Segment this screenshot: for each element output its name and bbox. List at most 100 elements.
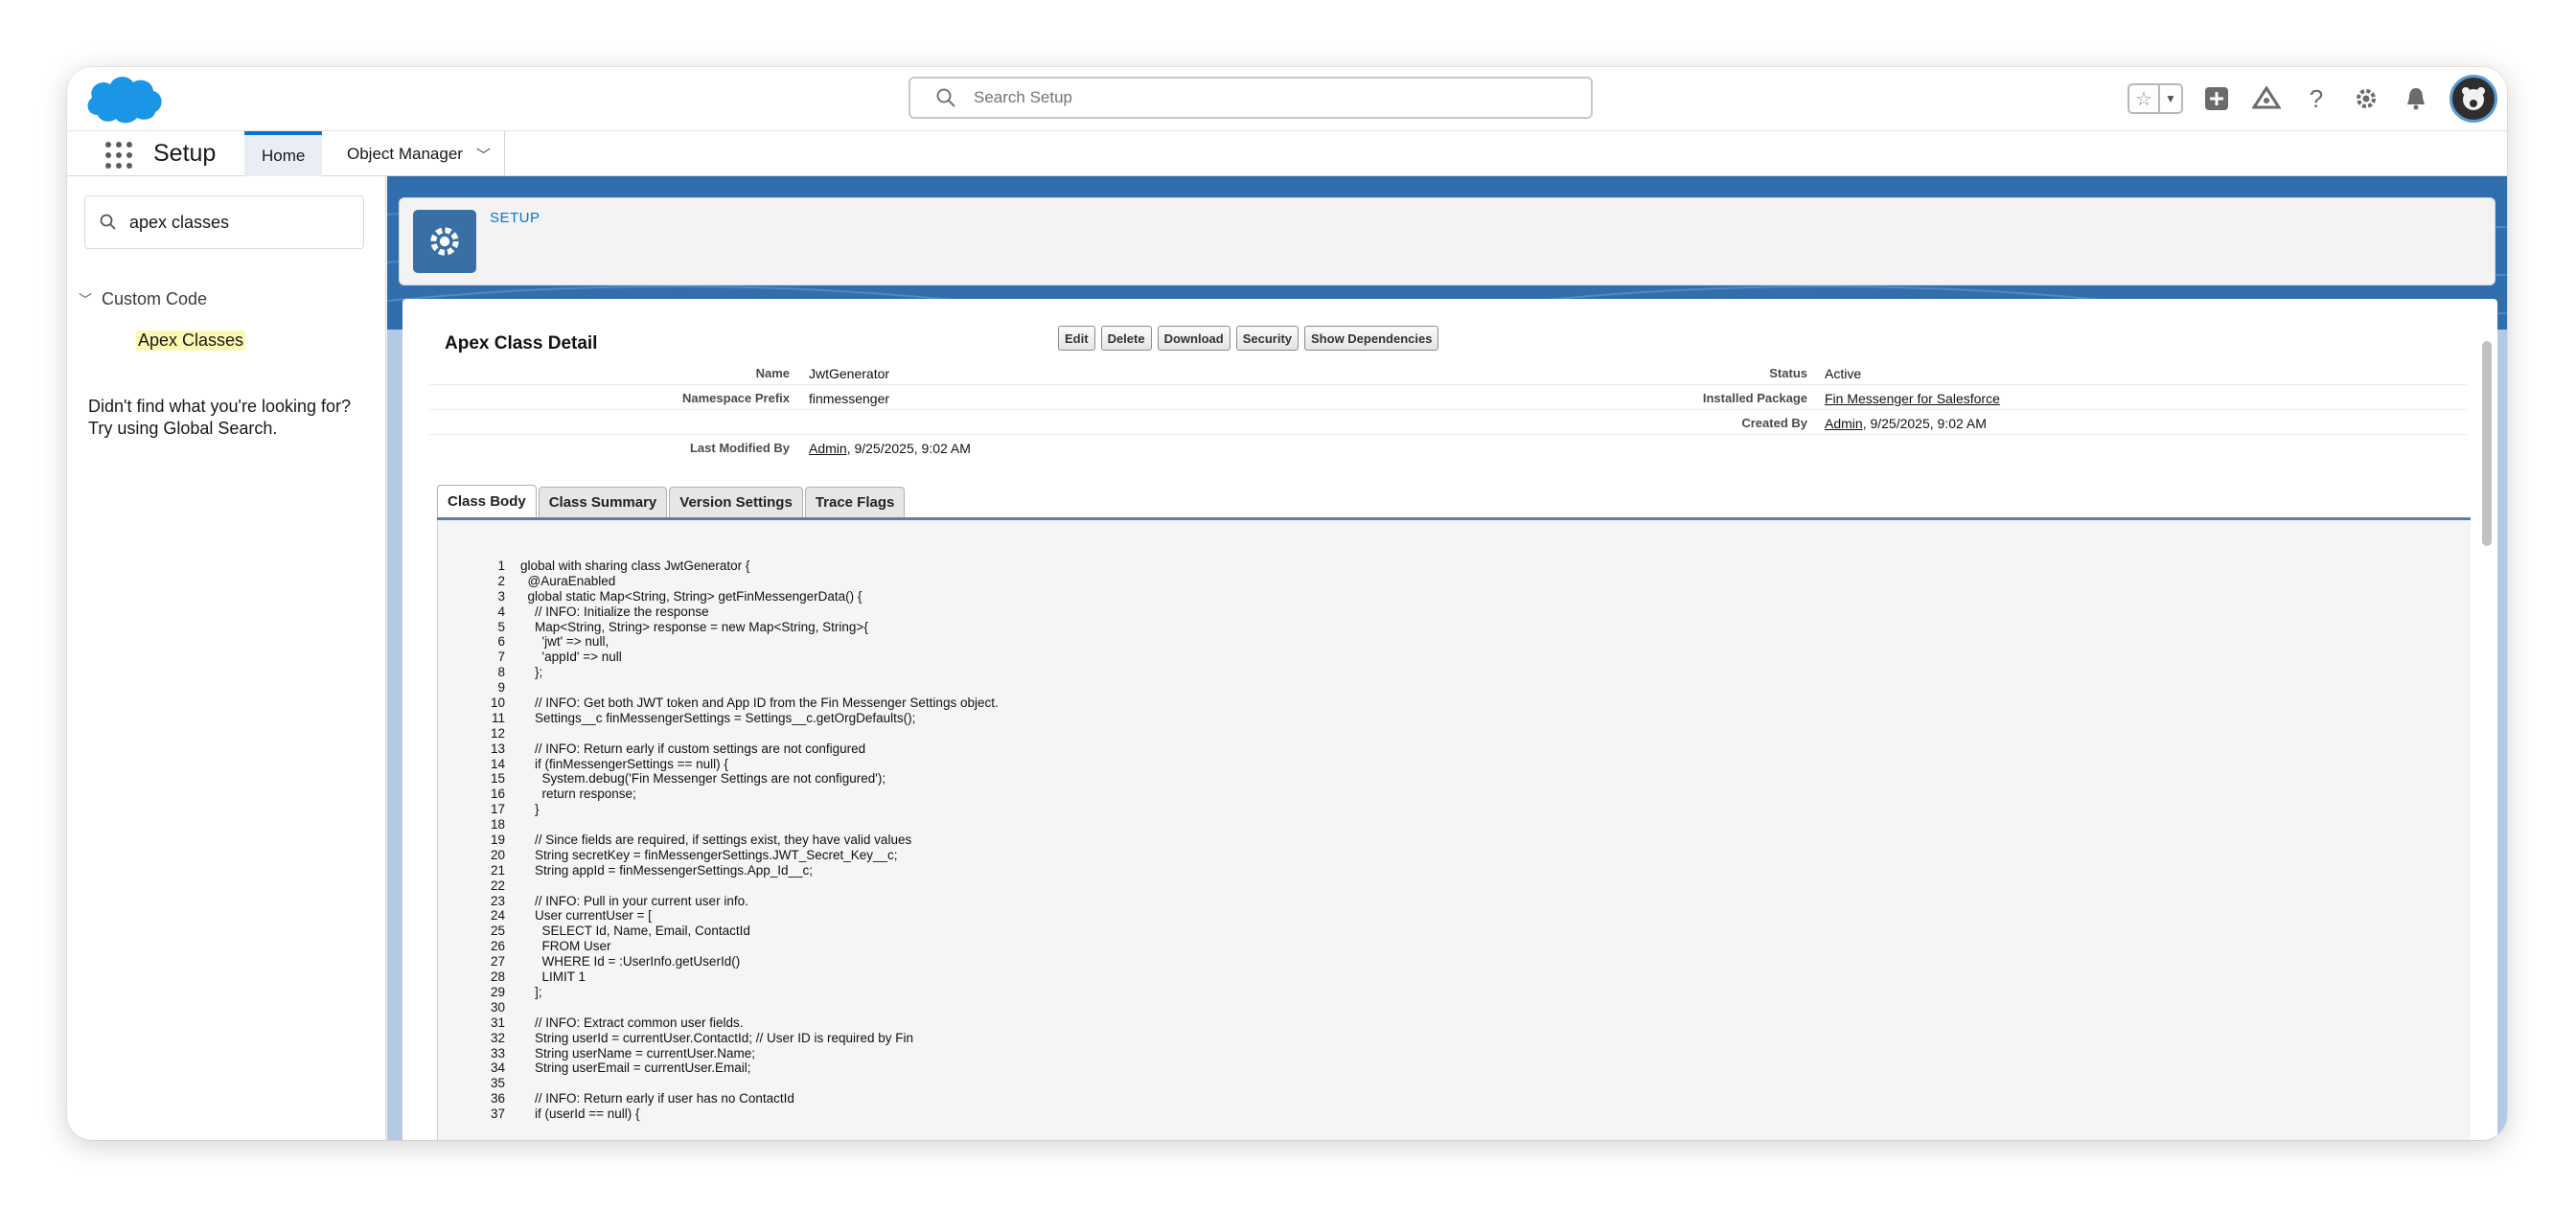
code-line: 18 — [476, 817, 999, 833]
installed-package-link[interactable]: Fin Messenger for Salesforce — [1825, 391, 2000, 406]
page-block-buttons: Edit Delete Download Security Show Depen… — [1058, 326, 1439, 351]
main-content: SETUP Apex Class Detail Edit Delete Down… — [387, 176, 2507, 1140]
name-label: Name — [755, 366, 790, 380]
tab-object-manager[interactable]: Object Manager ﹀ — [339, 131, 505, 177]
global-actions-plus-icon[interactable] — [2200, 82, 2233, 115]
setup-gear-icon — [413, 210, 476, 273]
search-icon — [100, 214, 116, 230]
code-line: 27 WHERE Id = :UserInfo.getUserId() — [476, 954, 999, 969]
code-line: 33 String userName = currentUser.Name; — [476, 1046, 999, 1061]
browser-window: Search Setup ☆ ▼ ? Setup Home Object Man… — [67, 67, 2507, 1140]
line-source: // INFO: Pull in your current user info. — [520, 893, 748, 908]
line-source: // INFO: Extract common user fields. — [520, 1015, 744, 1030]
line-number: 14 — [490, 756, 505, 771]
line-number: 5 — [497, 619, 505, 634]
line-source: String secretKey = finMessengerSettings.… — [520, 847, 898, 862]
tab-class-body[interactable]: Class Body — [437, 485, 537, 517]
created-by-date: , 9/25/2025, 9:02 AM — [1862, 416, 1987, 431]
line-number: 32 — [490, 1030, 505, 1045]
favorites-dropdown-icon[interactable]: ▼ — [2158, 85, 2181, 112]
edit-button[interactable]: Edit — [1058, 326, 1095, 351]
code-line: 2 @AuraEnabled — [476, 574, 999, 589]
page-header: SETUP — [399, 197, 2496, 285]
search-placeholder: Search Setup — [974, 88, 1073, 106]
line-number: 37 — [490, 1106, 505, 1122]
line-number: 36 — [490, 1091, 505, 1106]
scrollbar-thumb[interactable] — [2482, 341, 2492, 546]
tree-section-custom-code[interactable]: ﹀ Custom Code — [79, 289, 207, 309]
code-line: 35 — [476, 1076, 999, 1091]
line-number: 31 — [490, 1015, 505, 1030]
detail-row-2: Namespace Prefix finmessenger Installed … — [429, 385, 2467, 410]
code-line: 36 // INFO: Return early if user has no … — [476, 1091, 999, 1106]
line-number: 35 — [490, 1076, 505, 1091]
page-header-label: SETUP — [490, 210, 540, 226]
tab-class-summary[interactable]: Class Summary — [538, 487, 668, 517]
line-source: FROM User — [520, 939, 611, 954]
line-number: 13 — [490, 741, 505, 756]
setup-gear-icon[interactable] — [2350, 82, 2382, 115]
detail-row-3: Created By Admin, 9/25/2025, 9:02 AM — [429, 410, 2467, 435]
last-modified-label: Last Modified By — [689, 441, 790, 455]
line-number: 15 — [490, 771, 505, 787]
code-line: 31 // INFO: Extract common user fields. — [476, 1015, 999, 1031]
delete-button[interactable]: Delete — [1100, 326, 1152, 351]
line-source: if (userId == null) { — [520, 1106, 640, 1122]
line-number: 9 — [497, 680, 505, 696]
trailhead-icon[interactable] — [2250, 82, 2283, 115]
line-number: 26 — [490, 939, 505, 954]
status-value: Active — [1825, 366, 1862, 381]
help-icon[interactable]: ? — [2300, 82, 2333, 115]
line-source: WHERE Id = :UserInfo.getUserId() — [520, 954, 741, 969]
code-line: 30 — [476, 1000, 999, 1015]
code-line: 12 — [476, 726, 999, 741]
namespace-label: Namespace Prefix — [681, 391, 790, 405]
global-search-input[interactable]: Search Setup — [908, 77, 1593, 119]
code-line: 20 String secretKey = finMessengerSettin… — [476, 848, 999, 863]
chevron-down-icon: ﹀ — [79, 291, 92, 308]
code-line: 25 SELECT Id, Name, Email, ContactId — [476, 924, 999, 939]
created-by-user-link[interactable]: Admin — [1825, 416, 1863, 431]
download-button[interactable]: Download — [1157, 326, 1230, 351]
quick-find-input[interactable]: apex classes — [84, 195, 364, 249]
salesforce-logo[interactable] — [84, 71, 165, 128]
code-line: 16 return response; — [476, 787, 999, 802]
user-avatar[interactable] — [2450, 75, 2497, 123]
tab-home[interactable]: Home — [244, 131, 323, 177]
tab-trace-flags[interactable]: Trace Flags — [804, 487, 906, 517]
hint-line-1: Didn't find what you're looking for? — [88, 397, 352, 416]
line-source: User currentUser = [ — [520, 908, 652, 924]
last-modified-user-link[interactable]: Admin — [809, 441, 847, 456]
line-source: System.debug('Fin Messenger Settings are… — [520, 771, 886, 787]
line-number: 2 — [497, 573, 505, 588]
code-line: 8 }; — [476, 665, 999, 680]
code-line: 26 FROM User — [476, 939, 999, 954]
name-value: JwtGenerator — [809, 366, 890, 381]
last-modified-value: Admin, 9/25/2025, 9:02 AM — [809, 441, 971, 456]
code-line: 28 LIMIT 1 — [476, 969, 999, 985]
line-source: String userId = currentUser.ContactId; /… — [520, 1030, 914, 1045]
created-by-label: Created By — [1741, 416, 1807, 430]
line-number: 16 — [490, 787, 505, 802]
class-body-code: 1 global with sharing class JwtGenerator … — [437, 520, 2471, 1140]
notifications-bell-icon[interactable] — [2400, 82, 2432, 115]
favorites-star-icon[interactable]: ☆ — [2129, 85, 2158, 112]
sidebar-item-apex-classes[interactable]: Apex Classes — [136, 331, 246, 351]
detail-row-4: Last Modified By Admin, 9/25/2025, 9:02 … — [429, 435, 2467, 460]
app-launcher-icon[interactable] — [104, 140, 132, 169]
security-button[interactable]: Security — [1235, 326, 1300, 351]
line-source: @AuraEnabled — [520, 573, 616, 588]
tab-version-settings[interactable]: Version Settings — [669, 487, 803, 517]
code-line: 6 'jwt' => null, — [476, 634, 999, 650]
line-number: 24 — [490, 908, 505, 924]
chevron-down-icon[interactable]: ﹀ — [476, 145, 491, 165]
setup-sidebar: apex classes ﹀ Custom Code Apex Classes … — [67, 176, 386, 1140]
code-lines: 1 global with sharing class JwtGenerator … — [476, 559, 999, 1122]
line-number: 20 — [490, 847, 505, 862]
code-line: 15 System.debug('Fin Messenger Settings … — [476, 771, 999, 787]
line-number: 28 — [490, 969, 505, 985]
show-dependencies-button[interactable]: Show Dependencies — [1304, 326, 1439, 351]
global-header: Search Setup ☆ ▼ ? — [67, 67, 2507, 130]
last-modified-date: , 9/25/2025, 9:02 AM — [846, 441, 971, 456]
code-line: 24 User currentUser = [ — [476, 908, 999, 924]
